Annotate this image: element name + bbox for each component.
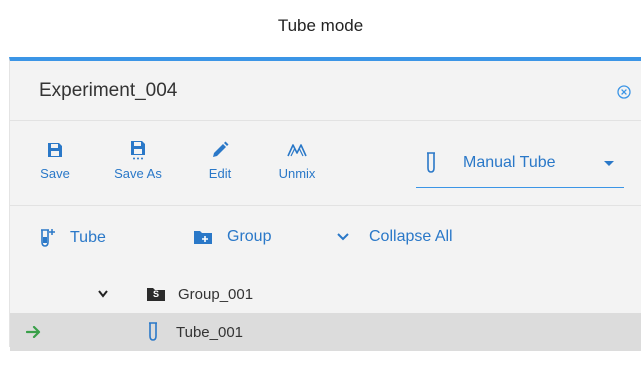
add-tube-button[interactable]: Tube xyxy=(40,228,106,248)
add-group-button[interactable]: Group xyxy=(193,228,271,246)
close-button[interactable] xyxy=(617,85,631,99)
save-button[interactable]: Save xyxy=(25,140,85,181)
acquisition-mode-dropdown[interactable]: Manual Tube xyxy=(416,148,624,188)
tree-row-group[interactable]: S Group_001 xyxy=(10,275,641,313)
collapse-all-label: Collapse All xyxy=(369,228,453,245)
save-as-button[interactable]: Save As xyxy=(108,140,168,181)
group-folder-icon: S xyxy=(146,286,166,302)
add-folder-icon xyxy=(194,231,212,244)
unmix-icon xyxy=(287,144,307,157)
tree-row-tube[interactable]: Tube_001 xyxy=(10,313,641,351)
tube-icon xyxy=(427,152,435,173)
panel-header: Experiment_004 xyxy=(10,61,641,121)
group-badge: S xyxy=(153,289,160,299)
tree-actions: Tube Group Collapse All xyxy=(10,220,641,258)
experiment-title: Experiment_004 xyxy=(39,80,178,101)
save-as-label: Save As xyxy=(114,166,162,181)
caret-down-icon xyxy=(604,161,614,166)
save-label: Save xyxy=(40,166,70,181)
edit-label: Edit xyxy=(208,166,232,181)
collapse-all-button[interactable]: Collapse All xyxy=(337,228,453,246)
save-icon xyxy=(48,143,62,157)
add-group-label: Group xyxy=(227,228,272,245)
close-circle-icon xyxy=(617,85,631,99)
group-label: Group_001 xyxy=(178,285,254,303)
chevron-down-icon[interactable] xyxy=(98,290,108,298)
arrow-right-icon xyxy=(26,326,41,338)
tube-icon xyxy=(149,322,157,341)
chevron-down-icon xyxy=(337,233,349,241)
save-as-icon xyxy=(131,141,145,160)
mode-value: Manual Tube xyxy=(463,154,556,171)
tube-label: Tube_001 xyxy=(176,323,244,341)
experiment-panel: Experiment_004 Save Save As Edit Unmix M… xyxy=(9,57,641,351)
unmix-label: Unmix xyxy=(278,166,316,181)
unmix-button[interactable]: Unmix xyxy=(267,140,327,181)
edit-button[interactable]: Edit xyxy=(190,140,250,181)
add-tube-icon xyxy=(41,229,55,247)
toolbar: Save Save As Edit Unmix Manual Tube xyxy=(10,122,641,206)
pencil-icon xyxy=(213,141,229,157)
figure-caption: Tube mode xyxy=(277,16,364,35)
add-tube-label: Tube xyxy=(70,229,106,246)
